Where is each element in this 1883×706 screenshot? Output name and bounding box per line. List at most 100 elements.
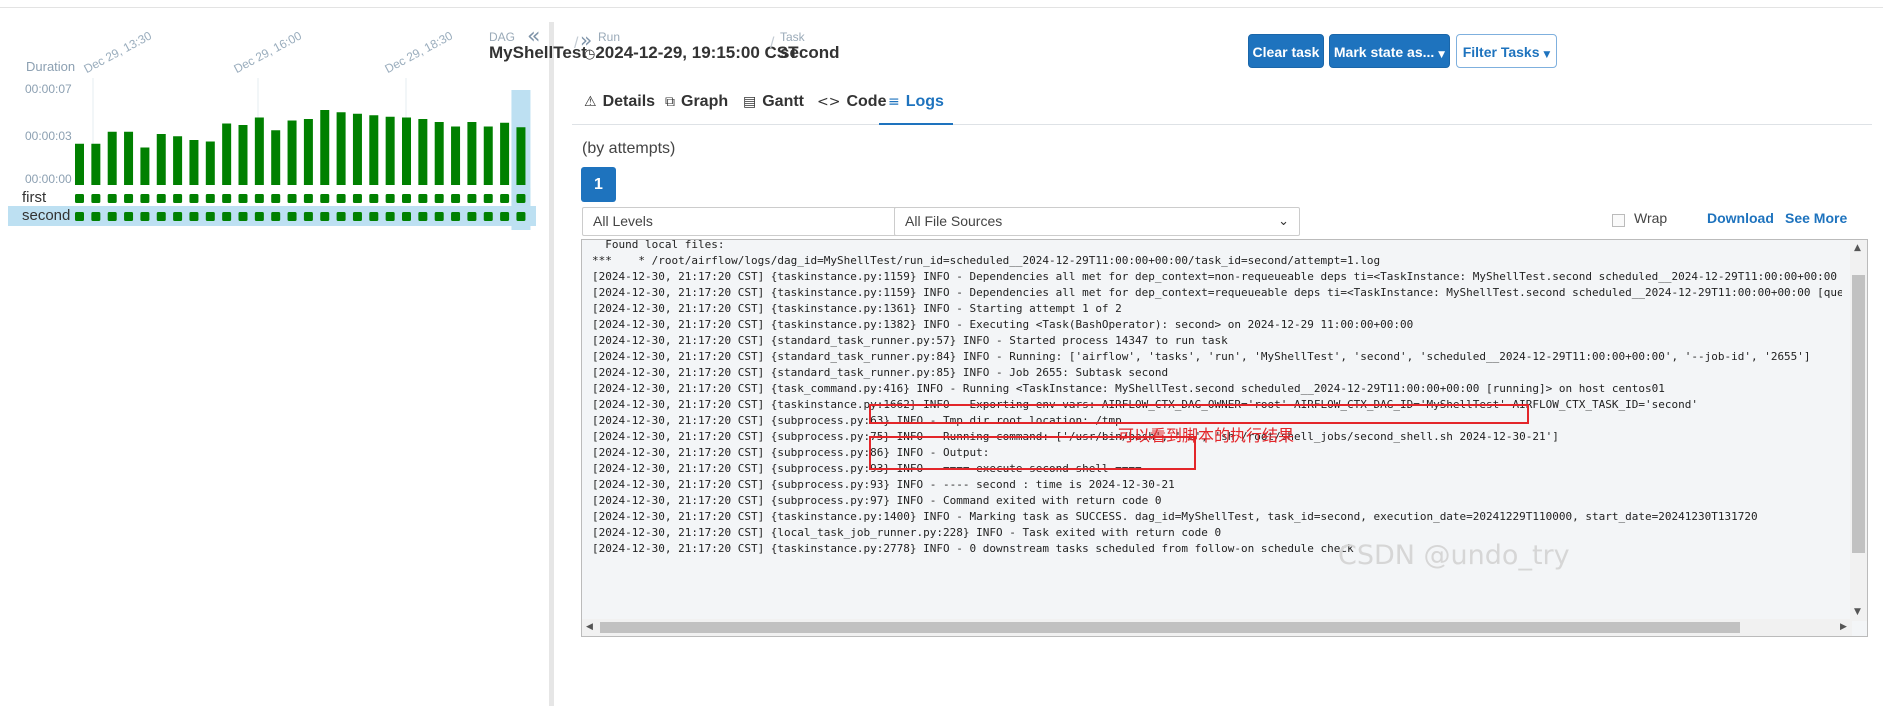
task-instance-square[interactable]	[287, 194, 297, 203]
task-instance-square[interactable]	[254, 212, 264, 221]
task-instance-square[interactable]	[189, 194, 199, 203]
task-instance-square[interactable]	[418, 194, 428, 203]
task-instance-square[interactable]	[467, 194, 477, 203]
run-duration-bar[interactable]	[238, 125, 248, 185]
run-duration-bar[interactable]	[140, 147, 150, 186]
tab-code[interactable]: <> Code	[817, 80, 886, 125]
run-duration-bar[interactable]	[205, 141, 215, 186]
run-duration-bar[interactable]	[107, 131, 117, 185]
task-instance-square[interactable]	[189, 212, 199, 221]
vertical-scrollbar[interactable]: ▲ ▼	[1850, 240, 1867, 621]
task-instance-square[interactable]	[287, 212, 297, 221]
task-instance-square[interactable]	[205, 212, 215, 221]
task-instance-square[interactable]	[369, 194, 379, 203]
task-instance-square[interactable]	[303, 212, 313, 221]
run-duration-bar[interactable]	[352, 113, 362, 185]
task-instance-square[interactable]	[173, 212, 183, 221]
mark-state-button[interactable]: Mark state as... ▼	[1329, 34, 1450, 68]
task-instance-square[interactable]	[320, 194, 330, 203]
file-source-select[interactable]: All File Sources ⌄	[894, 207, 1300, 236]
run-duration-bar[interactable]	[500, 122, 510, 185]
task-instance-square[interactable]	[140, 212, 150, 221]
scroll-down-icon[interactable]: ▼	[1854, 607, 1861, 617]
run-duration-bar[interactable]	[124, 131, 134, 185]
run-duration-bar[interactable]	[483, 126, 493, 186]
breadcrumb-run[interactable]: Run ◷2024-12-29, 19:15:00 CST	[584, 31, 799, 65]
run-duration-bar[interactable]	[369, 115, 379, 185]
task-instance-square[interactable]	[336, 194, 346, 203]
task-instance-square[interactable]	[140, 194, 150, 203]
scroll-up-icon[interactable]: ▲	[1854, 243, 1861, 253]
task-instance-square[interactable]	[222, 212, 232, 221]
task-instance-square[interactable]	[124, 194, 134, 203]
run-duration-bar[interactable]	[402, 117, 411, 186]
task-instance-square[interactable]	[451, 212, 461, 221]
task-instance-square[interactable]	[156, 194, 166, 203]
task-instance-square[interactable]	[124, 212, 134, 221]
task-instance-square[interactable]	[238, 194, 248, 203]
scrollbar-thumb[interactable]	[1852, 275, 1865, 553]
task-instance-square[interactable]	[385, 194, 395, 203]
wrap-checkbox[interactable]	[1612, 214, 1625, 227]
task-instance-square[interactable]	[238, 212, 248, 221]
task-instance-square[interactable]	[107, 212, 117, 221]
tab-graph[interactable]: ⧉ Graph	[665, 80, 728, 125]
task-instance-square[interactable]	[205, 194, 215, 203]
task-instance-square[interactable]	[75, 194, 84, 203]
task-instance-square[interactable]	[418, 212, 428, 221]
task-instance-square[interactable]	[320, 212, 330, 221]
tab-details[interactable]: ⚠ Details	[584, 80, 655, 125]
see-more-link[interactable]: See More	[1785, 210, 1847, 226]
task-instance-square[interactable]	[156, 212, 166, 221]
task-instance-square[interactable]	[271, 194, 281, 203]
run-duration-bar[interactable]	[75, 143, 84, 185]
task-instance-square[interactable]	[467, 212, 477, 221]
run-duration-bar[interactable]	[189, 140, 199, 185]
tab-logs[interactable]: ≡ Logs	[879, 80, 953, 125]
task-instance-square[interactable]	[434, 194, 444, 203]
task-instance-square[interactable]	[303, 194, 313, 203]
run-duration-bar[interactable]	[254, 117, 264, 186]
run-duration-bar[interactable]	[320, 110, 330, 185]
run-duration-bar[interactable]	[434, 122, 444, 185]
task-instance-square[interactable]	[352, 212, 362, 221]
task-instance-square[interactable]	[336, 212, 346, 221]
clear-task-button[interactable]: Clear task	[1248, 34, 1324, 68]
pane-resizer[interactable]	[549, 22, 554, 706]
run-duration-bar[interactable]	[173, 136, 183, 185]
run-duration-bar[interactable]	[336, 112, 346, 185]
task-instance-square[interactable]	[500, 194, 510, 203]
task-instance-square[interactable]	[352, 194, 362, 203]
run-duration-bar[interactable]	[418, 119, 428, 185]
run-duration-bar[interactable]	[222, 123, 232, 186]
task-instance-square[interactable]	[254, 194, 264, 203]
run-duration-bar[interactable]	[385, 116, 395, 185]
task-instance-square[interactable]	[516, 212, 526, 221]
task-instance-square[interactable]	[500, 212, 510, 221]
tab-gantt[interactable]: ▤ Gantt	[743, 80, 804, 125]
task-instance-square[interactable]	[222, 194, 232, 203]
breadcrumb-task[interactable]: Task second	[780, 31, 840, 63]
run-duration-bar[interactable]	[516, 127, 526, 185]
task-instance-square[interactable]	[173, 194, 183, 203]
task-instance-square[interactable]	[451, 194, 461, 203]
breadcrumb-dag[interactable]: DAG MyShellTest	[489, 31, 587, 63]
task-instance-square[interactable]	[75, 212, 84, 221]
task-instance-square[interactable]	[483, 194, 493, 203]
task-instance-square[interactable]	[271, 212, 281, 221]
horizontal-scrollbar[interactable]: ◀ ▶	[582, 619, 1852, 636]
task-instance-square[interactable]	[91, 212, 101, 221]
run-duration-bar[interactable]	[271, 130, 281, 185]
task-instance-square[interactable]	[483, 212, 493, 221]
run-duration-bar[interactable]	[451, 126, 461, 186]
task-instance-square[interactable]	[385, 212, 395, 221]
task-instance-square[interactable]	[434, 212, 444, 221]
run-duration-bar[interactable]	[467, 122, 477, 185]
filter-tasks-button[interactable]: Filter Tasks ▼	[1456, 34, 1557, 68]
task-instance-square[interactable]	[91, 194, 101, 203]
scroll-left-icon[interactable]: ◀	[586, 622, 593, 632]
scroll-right-icon[interactable]: ▶	[1840, 622, 1847, 632]
task-instance-square[interactable]	[402, 194, 411, 203]
task-instance-square[interactable]	[516, 194, 526, 203]
run-duration-bar[interactable]	[91, 143, 101, 185]
